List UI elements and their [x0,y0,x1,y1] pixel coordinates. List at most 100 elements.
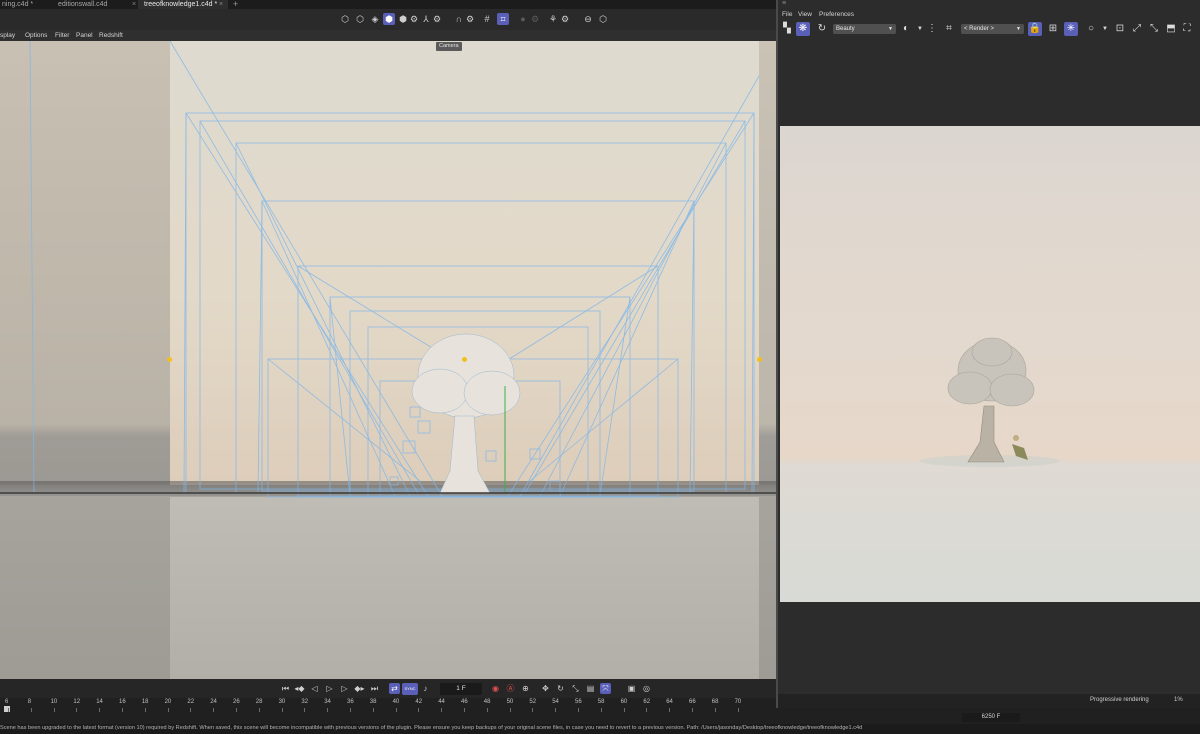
circle-icon[interactable]: ○ [1084,22,1098,36]
settings-gear-icon[interactable]: ⚙ [559,13,571,25]
render-settings-icon[interactable]: ⬡ [597,13,609,25]
scale-key-icon[interactable]: ⤡ [570,683,581,694]
box-mode-icon[interactable]: ⬡ [339,13,351,25]
3d-viewport[interactable]: Camera [0,41,776,679]
fit-icon[interactable]: ⤢ [1130,22,1144,36]
clapper-icon[interactable]: ▚ [780,22,794,36]
crop-icon[interactable]: ⌗ [942,22,956,36]
key-selection-icon[interactable]: ⊕ [520,683,531,694]
tab-document-3[interactable]: treeofknowledge1.c4d * [138,0,228,9]
workplane-icon[interactable]: ⌗ [497,13,509,25]
param-key-icon[interactable]: ▤ [585,683,596,694]
tree-render [920,337,1060,467]
sync-badge[interactable]: SYNC [402,683,418,695]
timeline-tick [281,708,283,712]
snapshot-icon[interactable]: ⬒ [1164,22,1178,36]
symmetry-icon[interactable]: ⚘ [547,13,559,25]
tiles-icon[interactable]: ⊞ [1046,22,1060,36]
timeline-tick [236,708,237,712]
snowflake-icon[interactable]: ✳ [1064,22,1078,36]
timeline-tick-label: 6 [5,699,9,705]
progress-label: Progressive rendering [1090,697,1149,703]
prev-frame-icon[interactable]: ◁ [309,683,320,694]
timeline-tick [509,708,511,712]
point-level-icon[interactable]: ⤧ [600,683,611,694]
menu-options[interactable]: Options [25,31,47,40]
autokey-icon[interactable]: Ⓐ [505,683,516,694]
fullscreen-icon[interactable]: ⛶ [1180,22,1194,36]
timeline-tick-label: 20 [164,699,172,705]
timeline-tick [258,708,260,712]
active-camera-label[interactable]: Camera [436,42,462,51]
rotate-key-icon[interactable]: ↻ [555,683,566,694]
loop-icon[interactable]: ⇄ [389,683,400,694]
grid-icon[interactable]: ⋮ [925,22,939,36]
play-icon[interactable]: ▷ [324,683,335,694]
timeline-tick-label: 70 [734,699,742,705]
current-frame-field[interactable]: 1 F [440,683,482,695]
sound-icon[interactable]: ♪ [420,683,431,694]
timeline-tick-label: 52 [529,699,537,705]
timeline-tick [30,708,32,712]
menu-filter[interactable]: Filter [55,31,69,40]
timeline-tick [122,708,123,712]
motion-system-icon[interactable]: ◎ [641,683,652,694]
grid-snap-icon[interactable]: # [481,13,493,25]
edge-mode-icon[interactable]: ⬡ [354,13,366,25]
prev-key-icon[interactable]: ◂◆ [294,683,305,694]
tab-document-1[interactable]: ning.c4d * [0,0,50,9]
rv-menu-file[interactable]: File [782,11,792,18]
tab-close-icon[interactable]: × [132,0,136,9]
settings-gear-icon[interactable]: ⚙ [464,13,476,25]
timeline-tick-label: 30 [278,699,286,705]
chevron-down-icon[interactable]: ▼ [1098,22,1112,36]
render-view-icon[interactable]: ⊖ [582,13,594,25]
settings-gear-icon[interactable]: ⚙ [431,13,443,25]
tab-document-2[interactable]: editionswall.c4d [56,0,126,9]
frame-handle-center[interactable] [462,357,467,362]
point-mode-icon[interactable]: ◈ [369,13,381,25]
render-status-bar: Progressive rendering 1% [778,694,1200,708]
settings-gear-icon[interactable]: ⚙ [529,13,541,25]
menu-redshift[interactable]: Redshift [99,31,123,40]
timeline-tick [190,708,192,712]
timeline-tick [441,708,443,712]
menu-panel[interactable]: Panel [76,31,93,40]
go-to-end-icon[interactable]: ⏭ [369,683,380,694]
color-wheel-icon[interactable]: ◐ [899,22,913,36]
next-frame-icon[interactable]: ▷ [339,683,350,694]
add-tab-icon[interactable]: + [233,0,238,9]
camera-select[interactable]: < Render > ▼ [961,24,1024,34]
rv-menu-view[interactable]: View [798,11,812,18]
render-preview-image[interactable] [780,126,1200,602]
playhead[interactable] [4,706,10,712]
drag-handle-icon[interactable]: ≡ [782,0,786,7]
move-key-icon[interactable]: ✥ [540,683,551,694]
go-to-start-icon[interactable]: ⏮ [280,683,291,694]
tab-close-icon[interactable]: × [219,0,223,9]
lock-icon[interactable]: ● [517,13,529,25]
next-key-icon[interactable]: ◆▸ [354,683,365,694]
chevron-down-icon: ▼ [1016,26,1021,32]
region-icon[interactable]: ⊡ [1113,22,1127,36]
zoom-icon[interactable]: ⤡ [1147,22,1161,36]
refresh-icon[interactable]: ↻ [815,22,829,36]
rv-menu-preferences[interactable]: Preferences [819,11,854,18]
end-frame-field[interactable]: 6250 F [962,713,1020,722]
frame-handle-right[interactable] [757,357,762,362]
timeline-tick [53,708,55,712]
motion-clip-icon[interactable]: ▣ [626,683,637,694]
document-tab-bar: ning.c4d * editionswall.c4d × treeofknow… [0,0,776,9]
timeline-tick-label: 38 [369,699,377,705]
lock-icon[interactable]: 🔒 [1028,22,1042,36]
aov-select[interactable]: Beauty ▼ [833,24,896,34]
settings-gear-icon[interactable]: ⚙ [408,13,420,25]
timeline-tick-label: 60 [620,699,628,705]
menu-display[interactable]: splay [0,31,15,40]
render-active-icon[interactable]: ❋ [796,22,810,36]
object-mode-icon[interactable]: ⬢ [383,13,395,25]
frame-handle-left[interactable] [167,357,172,362]
record-icon[interactable]: ◉ [490,683,501,694]
tab-label: ning.c4d * [2,1,34,8]
timeline-tick [532,708,534,712]
